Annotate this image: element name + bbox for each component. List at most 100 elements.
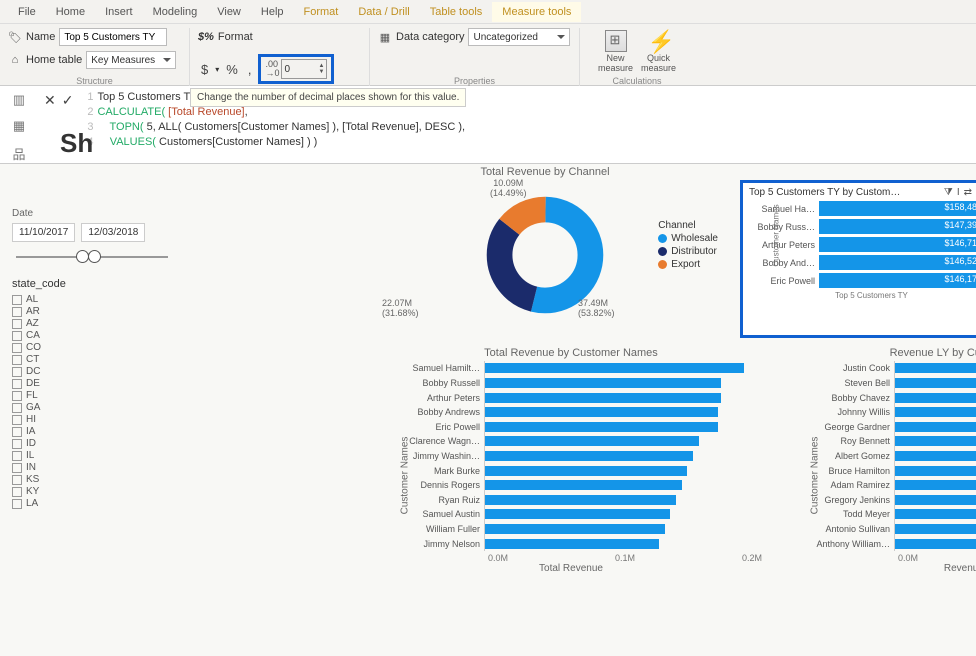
- total-revenue-chart[interactable]: Total Revenue by Customer Names Customer…: [376, 347, 766, 593]
- top5-bar-row[interactable]: Eric Powell$146,174: [757, 273, 976, 288]
- top5-bar-row[interactable]: Samuel Ha…$158,482: [757, 201, 976, 216]
- bar-label: George Gardner: [824, 422, 890, 432]
- decimals-stepper[interactable]: 0 ▲▼: [281, 59, 327, 79]
- top5-bar-row[interactable]: Arthur Peters$146,710: [757, 237, 976, 252]
- data-view-icon[interactable]: ▦: [13, 118, 25, 134]
- bar[interactable]: [485, 393, 721, 403]
- filter-icon[interactable]: ⧩: [944, 187, 953, 198]
- bar-label: Roy Bennett: [840, 436, 890, 446]
- state-item-ks[interactable]: KS: [12, 474, 172, 485]
- thousands-separator-button[interactable]: ,: [245, 62, 255, 77]
- model-view-icon[interactable]: 品: [12, 144, 25, 163]
- legend-item[interactable]: Distributor: [658, 246, 718, 257]
- tab-file[interactable]: File: [8, 2, 46, 22]
- state-item-hi[interactable]: HI: [12, 414, 172, 425]
- state-item-al[interactable]: AL: [12, 294, 172, 305]
- state-item-co[interactable]: CO: [12, 342, 172, 353]
- bar[interactable]: [895, 422, 976, 432]
- state-item-ca[interactable]: CA: [12, 330, 172, 341]
- percent-button[interactable]: %: [223, 62, 241, 77]
- focus-mode-icon[interactable]: I: [957, 187, 960, 198]
- bar[interactable]: [485, 451, 693, 461]
- bar[interactable]: [485, 407, 718, 417]
- state-item-ct[interactable]: CT: [12, 354, 172, 365]
- tab-measure-tools[interactable]: Measure tools: [492, 2, 581, 22]
- bar[interactable]: [485, 378, 721, 388]
- state-item-ga[interactable]: GA: [12, 402, 172, 413]
- bar-label: Johnny Willis: [837, 407, 890, 417]
- group-formatting: $% Format $▾ % , .00 →0 0 ▲▼ Change the …: [190, 28, 370, 86]
- state-item-az[interactable]: AZ: [12, 318, 172, 329]
- report-view-icon[interactable]: ▥: [13, 92, 25, 108]
- bar[interactable]: [895, 363, 976, 373]
- tab-help[interactable]: Help: [251, 2, 294, 22]
- tab-modeling[interactable]: Modeling: [143, 2, 208, 22]
- bar[interactable]: [485, 466, 687, 476]
- bar[interactable]: [895, 495, 976, 505]
- state-item-de[interactable]: DE: [12, 378, 172, 389]
- slider-handle-end[interactable]: [88, 250, 101, 263]
- top5-bar-row[interactable]: Bobby Russ…$147,393: [757, 219, 976, 234]
- top5-bar-row[interactable]: Bobby And…$146,522: [757, 255, 976, 270]
- drill-icon[interactable]: ⇄: [964, 187, 972, 198]
- state-item-dc[interactable]: DC: [12, 366, 172, 377]
- state-item-la[interactable]: LA: [12, 498, 172, 509]
- tab-view[interactable]: View: [207, 2, 251, 22]
- bar[interactable]: [485, 480, 682, 490]
- bar[interactable]: [485, 509, 670, 519]
- top5-visual[interactable]: Top 5 Customers TY by Custom… ⧩ I ⇄ ⋯ Cu…: [740, 180, 976, 338]
- bar[interactable]: [895, 407, 976, 417]
- tab-format[interactable]: Format: [294, 2, 349, 22]
- donut-chart[interactable]: Total Revenue by Channel 10.09M (14.49%)…: [370, 166, 720, 330]
- tab-table-tools[interactable]: Table tools: [420, 2, 493, 22]
- checkbox-icon: [12, 379, 22, 389]
- bar[interactable]: [485, 539, 659, 549]
- bar-label: Mark Burke: [434, 466, 480, 476]
- currency-button[interactable]: $: [198, 62, 211, 77]
- date-end-input[interactable]: 12/03/2018: [81, 223, 145, 242]
- tab-insert[interactable]: Insert: [95, 2, 143, 22]
- bar[interactable]: [485, 495, 676, 505]
- bar[interactable]: [895, 509, 976, 519]
- increase-decimals-icon[interactable]: →0: [265, 69, 279, 78]
- bar[interactable]: [895, 378, 976, 388]
- state-item-ky[interactable]: KY: [12, 486, 172, 497]
- commit-formula-button[interactable]: ✓: [62, 92, 74, 109]
- bar-label: Justin Cook: [843, 363, 890, 373]
- bar[interactable]: [895, 539, 976, 549]
- data-category-dropdown[interactable]: Uncategorized: [468, 28, 570, 46]
- bar[interactable]: [895, 451, 976, 461]
- revenue-ly-chart[interactable]: Revenue LY by Customer Names Customer Na…: [786, 347, 976, 593]
- checkbox-icon: [12, 343, 22, 353]
- state-item-id[interactable]: ID: [12, 438, 172, 449]
- state-item-il[interactable]: IL: [12, 450, 172, 461]
- tab-home[interactable]: Home: [46, 2, 95, 22]
- legend-item[interactable]: Export: [658, 259, 718, 270]
- bar[interactable]: [895, 480, 976, 490]
- state-label: IA: [26, 426, 35, 437]
- tab-data-drill[interactable]: Data / Drill: [348, 2, 419, 22]
- legend-item[interactable]: Wholesale: [658, 233, 718, 244]
- date-slider[interactable]: [16, 256, 168, 258]
- cancel-formula-button[interactable]: ✕: [44, 92, 56, 109]
- state-item-ia[interactable]: IA: [12, 426, 172, 437]
- state-item-ar[interactable]: AR: [12, 306, 172, 317]
- state-item-fl[interactable]: FL: [12, 390, 172, 401]
- bar[interactable]: [895, 436, 976, 446]
- measure-name-input[interactable]: [59, 28, 167, 46]
- bar[interactable]: [485, 363, 744, 373]
- new-measure-button[interactable]: New measure: [598, 30, 633, 74]
- checkbox-icon: [12, 451, 22, 461]
- date-start-input[interactable]: 11/10/2017: [12, 223, 75, 242]
- state-item-in[interactable]: IN: [12, 462, 172, 473]
- top5-xaxis-label: Top 5 Customers TY: [757, 291, 976, 300]
- bar[interactable]: [485, 436, 699, 446]
- bar[interactable]: [485, 524, 665, 534]
- bar[interactable]: [895, 524, 976, 534]
- bar[interactable]: [895, 393, 976, 403]
- home-table-dropdown[interactable]: Key Measures: [86, 51, 176, 69]
- bar[interactable]: [895, 466, 976, 476]
- checkbox-icon: [12, 427, 22, 437]
- quick-measure-button[interactable]: ⚡ Quick measure: [641, 30, 676, 74]
- bar[interactable]: [485, 422, 718, 432]
